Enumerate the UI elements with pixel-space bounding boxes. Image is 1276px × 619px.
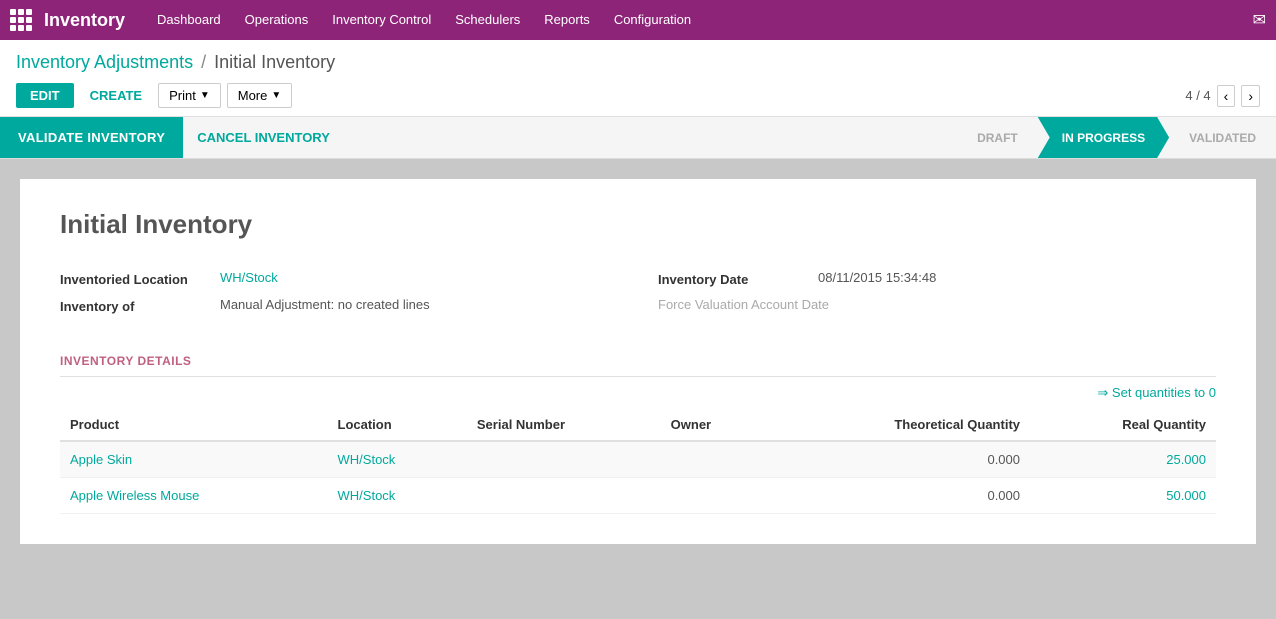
top-navigation: Inventory Dashboard Operations Inventory…	[0, 0, 1276, 40]
more-chevron-icon: ▼	[271, 90, 281, 101]
col-location: Location	[328, 409, 467, 441]
row-product[interactable]: Apple Skin	[60, 441, 328, 478]
set-quantities-link[interactable]: ⇒ Set quantities to 0	[60, 385, 1216, 401]
status-bar: VALIDATE INVENTORY CANCEL INVENTORY DRAF…	[0, 117, 1276, 159]
row-location[interactable]: WH/Stock	[328, 478, 467, 514]
pager-count: 4 / 4	[1185, 88, 1210, 103]
form-card: Initial Inventory Inventoried Location W…	[20, 179, 1256, 544]
row-product[interactable]: Apple Wireless Mouse	[60, 478, 328, 514]
nav-item-configuration[interactable]: Configuration	[602, 0, 703, 40]
col-owner: Owner	[661, 409, 769, 441]
inventoried-location-value[interactable]: WH/Stock	[220, 270, 278, 285]
pipeline-step-draft: DRAFT	[957, 117, 1038, 158]
pager-prev-button[interactable]: ‹	[1217, 85, 1236, 107]
field-inventory-date: Inventory Date 08/11/2015 15:34:48	[658, 270, 1216, 287]
print-chevron-icon: ▼	[200, 90, 210, 101]
row-serial	[467, 478, 661, 514]
inventory-date-label: Inventory Date	[658, 270, 818, 287]
col-serial: Serial Number	[467, 409, 661, 441]
col-product: Product	[60, 409, 328, 441]
row-serial	[467, 441, 661, 478]
apps-icon[interactable]	[10, 9, 32, 31]
form-fields: Inventoried Location WH/Stock Inventory …	[60, 270, 1216, 324]
inventoried-location-label: Inventoried Location	[60, 270, 220, 287]
col-theoretical-qty: Theoretical Quantity	[769, 409, 1030, 441]
breadcrumb-parent[interactable]: Inventory Adjustments	[16, 52, 193, 73]
status-pipeline: DRAFT IN PROGRESS VALIDATED	[957, 117, 1276, 158]
print-label: Print	[169, 88, 196, 103]
pipeline-in-progress-label: IN PROGRESS	[1062, 131, 1145, 145]
table-header-row: Product Location Serial Number Owner The…	[60, 409, 1216, 441]
form-title: Initial Inventory	[60, 209, 1216, 240]
pager: 4 / 4 ‹ ›	[1185, 85, 1260, 107]
more-label: More	[238, 88, 268, 103]
pipeline-validated-label: VALIDATED	[1189, 131, 1256, 145]
print-button[interactable]: Print ▼	[158, 83, 221, 108]
force-valuation-label: Force Valuation Account Date	[658, 297, 829, 312]
pipeline-draft-label: DRAFT	[977, 131, 1018, 145]
more-button[interactable]: More ▼	[227, 83, 293, 108]
row-real-qty: 50.000	[1030, 478, 1216, 514]
table-row: Apple Wireless Mouse WH/Stock 0.000 50.0…	[60, 478, 1216, 514]
status-actions: VALIDATE INVENTORY CANCEL INVENTORY	[0, 117, 344, 158]
pager-next-button[interactable]: ›	[1241, 85, 1260, 107]
nav-item-inventory-control[interactable]: Inventory Control	[320, 0, 443, 40]
row-theoretical-qty: 0.000	[769, 441, 1030, 478]
row-real-qty: 25.000	[1030, 441, 1216, 478]
inventory-of-value: Manual Adjustment: no created lines	[220, 297, 430, 312]
row-owner	[661, 441, 769, 478]
row-location[interactable]: WH/Stock	[328, 441, 467, 478]
row-owner	[661, 478, 769, 514]
inventory-date-value: 08/11/2015 15:34:48	[818, 270, 936, 285]
field-inventory-of: Inventory of Manual Adjustment: no creat…	[60, 297, 618, 314]
nav-item-reports[interactable]: Reports	[532, 0, 602, 40]
nav-item-schedulers[interactable]: Schedulers	[443, 0, 532, 40]
mail-icon[interactable]: ✉	[1253, 10, 1266, 30]
form-fields-right: Inventory Date 08/11/2015 15:34:48 Force…	[658, 270, 1216, 324]
main-content: Initial Inventory Inventoried Location W…	[0, 159, 1276, 564]
breadcrumb-current: Initial Inventory	[214, 52, 335, 73]
create-button[interactable]: CREATE	[82, 83, 150, 108]
validate-inventory-button[interactable]: VALIDATE INVENTORY	[0, 117, 183, 158]
edit-button[interactable]: EDIT	[16, 83, 74, 108]
inventory-details-title: INVENTORY DETAILS	[60, 354, 1216, 377]
inventory-table: Product Location Serial Number Owner The…	[60, 409, 1216, 514]
breadcrumb-bar: Inventory Adjustments / Initial Inventor…	[0, 40, 1276, 117]
nav-item-dashboard[interactable]: Dashboard	[145, 0, 233, 40]
breadcrumb: Inventory Adjustments / Initial Inventor…	[16, 52, 1260, 73]
field-inventoried-location: Inventoried Location WH/Stock	[60, 270, 618, 287]
table-row: Apple Skin WH/Stock 0.000 25.000	[60, 441, 1216, 478]
cancel-inventory-button[interactable]: CANCEL INVENTORY	[183, 117, 344, 158]
inventory-of-label: Inventory of	[60, 297, 220, 314]
row-theoretical-qty: 0.000	[769, 478, 1030, 514]
nav-item-operations[interactable]: Operations	[233, 0, 321, 40]
inventory-details-section: INVENTORY DETAILS ⇒ Set quantities to 0 …	[60, 354, 1216, 514]
pipeline-step-in-progress: IN PROGRESS	[1038, 117, 1169, 158]
action-bar: EDIT CREATE Print ▼ More ▼ 4 / 4 ‹ ›	[16, 83, 1260, 116]
pipeline-step-validated: VALIDATED	[1169, 117, 1276, 158]
app-brand: Inventory	[44, 10, 125, 31]
breadcrumb-separator: /	[201, 52, 206, 73]
form-fields-left: Inventoried Location WH/Stock Inventory …	[60, 270, 618, 324]
field-force-valuation: Force Valuation Account Date	[658, 297, 1216, 312]
col-real-qty: Real Quantity	[1030, 409, 1216, 441]
